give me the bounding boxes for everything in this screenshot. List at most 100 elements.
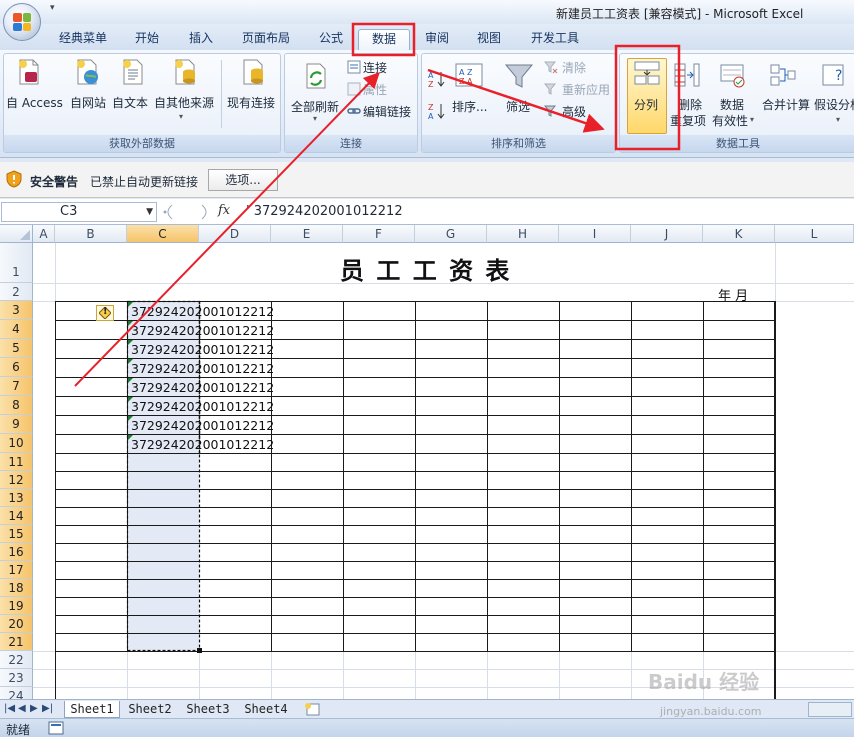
security-options-button[interactable]: 选项... — [208, 169, 278, 191]
ribbon-tabs: 经典菜单 开始 插入 页面布局 公式 数据 审阅 视图 开发工具 — [0, 24, 854, 50]
baidu-watermark-url: jingyan.baidu.com — [660, 705, 762, 718]
connections-icon — [347, 60, 361, 74]
status-bar: 就绪 — [0, 718, 854, 737]
chevron-down-icon: ▾ — [750, 115, 755, 124]
svg-text:Z: Z — [428, 80, 434, 88]
quick-access-dropdown-icon[interactable]: ▾ — [50, 3, 55, 13]
refresh-all-icon — [306, 63, 326, 89]
filter-button[interactable]: 筛选 — [506, 98, 530, 115]
edit-links-button[interactable]: 编辑链接 — [363, 103, 411, 120]
warning-glyph: ! — [103, 306, 108, 317]
remove-duplicates-label-2: 重复项 — [670, 114, 707, 128]
properties-button[interactable]: 属性 — [363, 81, 387, 98]
from-web-button[interactable]: 自网站 — [70, 94, 106, 111]
data-validation-label-2: 有效性 — [712, 114, 749, 128]
tab-review[interactable]: 审阅 — [414, 29, 460, 50]
tab-classic-menu[interactable]: 经典菜单 — [50, 29, 116, 50]
error-check-button[interactable]: ! — [96, 305, 114, 321]
id-cell[interactable]: 372924202001012212 — [131, 342, 274, 357]
id-cell[interactable]: 372924202001012212 — [131, 304, 274, 319]
group-data-tools: 分列 删除 重复项 数据 有效性 ▾ 合并计算 ? 假设分析 ▾ 数据工具 — [619, 53, 854, 153]
from-other-sources-button[interactable]: 自其他来源 — [154, 94, 214, 111]
what-if-analysis-button[interactable]: 假设分析 — [814, 96, 854, 113]
chevron-down-icon: ▾ — [313, 114, 318, 123]
refresh-all-button[interactable]: 全部刷新 — [291, 98, 339, 115]
tab-formulas[interactable]: 公式 — [308, 29, 354, 50]
chevron-down-icon: ▾ — [179, 112, 184, 121]
connections-button[interactable]: 连接 — [363, 59, 387, 76]
web-globe-icon — [77, 59, 98, 85]
fill-handle — [197, 648, 202, 653]
id-cell[interactable]: 372924202001012212 — [131, 361, 274, 376]
text-file-icon — [123, 59, 143, 85]
consolidate-icon — [770, 64, 796, 86]
tab-home[interactable]: 开始 — [124, 29, 170, 50]
baidu-watermark: Baidu 经验 — [648, 670, 760, 694]
first-sheet-icon[interactable]: |◀ — [4, 703, 15, 714]
id-cell[interactable]: 372924202001012212 — [131, 323, 274, 338]
properties-icon — [347, 82, 361, 96]
chevron-down-icon[interactable]: ▼ — [146, 203, 153, 221]
tab-data[interactable]: 数据 — [358, 29, 410, 50]
insert-function-icon[interactable]: fx — [218, 203, 230, 218]
data-validation-button[interactable]: 数据 — [720, 96, 744, 113]
link-chain-icon — [347, 108, 361, 114]
consolidate-button[interactable]: 合并计算 — [762, 96, 810, 113]
remove-duplicates-icon — [674, 63, 700, 87]
sheet-tab[interactable]: Sheet4 — [238, 701, 294, 718]
group-label-data-tools: 数据工具 — [620, 135, 854, 152]
ribbon: 自 Access 自网站 自文本 自其他来源 ▾ 现有连接 获取外部数据 全部刷… — [0, 50, 854, 158]
year-month-label[interactable]: 年 月 — [718, 285, 748, 304]
status-ready-text: 就绪 — [6, 723, 31, 737]
tab-view[interactable]: 视图 — [466, 29, 512, 50]
reapply-button[interactable]: 重新应用 — [562, 81, 610, 98]
sort-za-icon: ZA — [428, 103, 445, 120]
text-to-columns-button[interactable]: 分列 — [634, 96, 658, 113]
from-access-button[interactable]: 自 Access — [6, 94, 63, 111]
office-logo-icon — [13, 13, 31, 31]
insert-sheet-icon[interactable] — [302, 702, 322, 717]
clear-filter-icon — [544, 61, 558, 74]
other-sources-icon — [175, 59, 195, 85]
existing-connections-button[interactable]: 现有连接 — [227, 94, 275, 111]
id-cell[interactable]: 372924202001012212 — [131, 418, 274, 433]
tab-page-layout[interactable]: 页面布局 — [232, 29, 300, 50]
svg-text:A: A — [428, 112, 434, 120]
sheet-tab[interactable]: Sheet3 — [180, 701, 236, 718]
office-button[interactable] — [3, 3, 41, 41]
horizontal-scrollbar[interactable] — [808, 702, 852, 717]
last-sheet-icon[interactable]: ▶| — [42, 703, 53, 714]
sheet-tab[interactable]: Sheet2 — [122, 701, 178, 718]
tab-developer[interactable]: 开发工具 — [520, 29, 590, 50]
name-box[interactable]: C3 ▼ — [1, 202, 157, 222]
advanced-filter-icon — [544, 105, 557, 117]
svg-text:A: A — [428, 71, 434, 80]
id-cell[interactable]: 372924202001012212 — [131, 437, 274, 452]
remove-duplicates-button[interactable]: 删除 — [678, 96, 702, 113]
sort-dialog-icon: A ZZ A — [455, 63, 483, 87]
window-title: 新建员工工资表 [兼容模式] - Microsoft Excel — [556, 7, 804, 21]
filter-funnel-icon — [504, 64, 534, 88]
access-db-icon — [19, 59, 39, 85]
next-sheet-icon[interactable]: ▶ — [30, 703, 38, 714]
svg-text:Z A: Z A — [459, 77, 473, 86]
title-bar: ▾ 新建员工工资表 [兼容模式] - Microsoft Excel — [0, 0, 854, 24]
shield-warning-icon — [6, 170, 22, 188]
sort-button[interactable]: 排序... — [452, 98, 487, 115]
group-label-connections: 连接 — [285, 135, 417, 152]
existing-connections-icon — [243, 59, 263, 85]
reapply-icon — [544, 83, 557, 95]
from-text-button[interactable]: 自文本 — [112, 94, 148, 111]
worksheet-grid: A B C D E F G H I J K L 1 2 3 4 5 6 7 8 … — [0, 225, 854, 699]
tab-insert[interactable]: 插入 — [178, 29, 224, 50]
previous-sheet-icon[interactable]: ◀ — [18, 703, 26, 714]
formula-input[interactable]: ' 372924202001012212 — [246, 204, 403, 219]
name-box-value: C3 — [60, 204, 78, 219]
id-cell[interactable]: 372924202001012212 — [131, 380, 274, 395]
id-cell[interactable]: 372924202001012212 — [131, 399, 274, 414]
clear-button[interactable]: 清除 — [562, 59, 586, 76]
sheet-title[interactable]: 员 工 工 资 表 — [340, 251, 511, 286]
sheet-tab-active[interactable]: Sheet1 — [64, 701, 120, 718]
macro-record-icon[interactable] — [48, 721, 64, 735]
advanced-button[interactable]: 高级 — [562, 103, 586, 120]
